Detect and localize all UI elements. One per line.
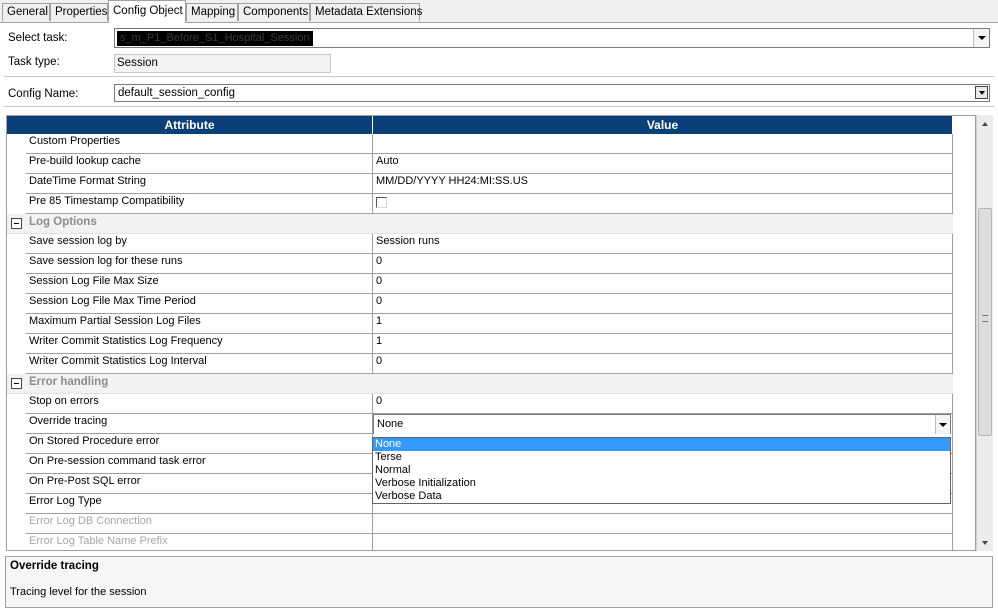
chevron-down-icon [939,422,947,427]
tab-mapping[interactable]: Mapping [186,3,238,21]
override-tracing-select[interactable]: None [373,414,951,434]
value-cell[interactable]: MM/DD/YYYY HH24:MI:SS.US [373,174,953,194]
description-panel: Override tracing Tracing level for the s… [5,556,993,608]
config-name-field[interactable]: default_session_config [114,84,990,102]
value-cell[interactable]: 1 [373,334,953,354]
value-cell[interactable]: Auto [373,154,953,174]
attribute-cell: Pre-build lookup cache [26,154,373,174]
section-error-handling[interactable]: Error handling [7,374,953,394]
attribute-cell: Error Log Table Name Prefix [26,534,373,550]
attribute-cell: Pre 85 Timestamp Compatibility [26,194,373,214]
arrow-up-icon [982,121,988,126]
option-verbose-data[interactable]: Verbose Data [373,490,950,503]
header-divider-2 [4,106,994,107]
attribute-cell: DateTime Format String [26,174,373,194]
section-log-options[interactable]: Log Options [7,214,953,234]
task-type-label: Task type: [8,56,60,68]
value-cell[interactable]: Session runs [373,234,953,254]
value-cell[interactable]: 0 [373,394,953,414]
table-row[interactable]: Save session log for these runs 0 [7,254,953,274]
select-task-dropdown-button[interactable] [973,29,989,47]
table-row[interactable]: Writer Commit Statistics Log Interval 0 [7,354,953,374]
tab-strip: General Properties Config Object Mapping… [0,0,998,23]
override-tracing-options: None Terse Normal Verbose Initialization… [372,437,951,504]
attribute-cell: On Stored Procedure error [26,434,373,454]
table-row: Error Log DB Connection [7,514,953,534]
config-name-value: default_session_config [118,87,235,99]
grid-vertical-scrollbar[interactable] [976,115,993,551]
value-cell[interactable]: 1 [373,314,953,334]
scroll-up-button[interactable] [977,115,993,132]
timestamp-compat-checkbox[interactable] [376,197,387,208]
attribute-cell: Stop on errors [26,394,373,414]
collapse-icon[interactable] [11,218,22,229]
value-cell: None [373,414,953,434]
attribute-cell: Writer Commit Statistics Log Interval [26,354,373,374]
table-row[interactable]: Writer Commit Statistics Log Frequency 1 [7,334,953,354]
table-row[interactable]: Override tracing None [7,414,953,434]
override-tracing-value: None [377,418,404,430]
value-cell[interactable]: 0 [373,274,953,294]
select-task-dropdown[interactable]: s_m_P1_Before_S1_Hospital_Session [114,28,990,48]
scroll-down-button[interactable] [977,534,993,551]
description-text: Tracing level for the session [10,586,147,598]
option-none[interactable]: None [373,438,950,451]
tab-components[interactable]: Components [238,3,310,21]
tab-config-object[interactable]: Config Object [108,0,186,23]
config-browse-button[interactable] [975,86,988,99]
table-row[interactable]: Maximum Partial Session Log Files 1 [7,314,953,334]
column-header-attribute[interactable]: Attribute [7,116,373,134]
attribute-cell: On Pre-Post SQL error [26,474,373,494]
tab-metadata-extensions[interactable]: Metadata Extensions [310,3,422,21]
value-cell[interactable] [373,134,953,154]
attribute-cell: Override tracing [26,414,373,434]
tab-general[interactable]: General [2,3,50,21]
table-row[interactable]: Pre-build lookup cache Auto [7,154,953,174]
description-title: Override tracing [10,560,99,572]
tab-properties[interactable]: Properties [50,3,108,21]
value-cell[interactable]: 0 [373,294,953,314]
select-task-value: s_m_P1_Before_S1_Hospital_Session [117,31,313,46]
table-row[interactable]: Session Log File Max Size 0 [7,274,953,294]
override-tracing-dropdown-button[interactable] [935,415,950,434]
table-row[interactable]: Stop on errors 0 [7,394,953,414]
grip-icon [982,315,988,322]
column-header-value[interactable]: Value [373,116,953,134]
section-title: Error handling [29,376,109,388]
attribute-cell: Save session log by [26,234,373,254]
value-cell [373,514,953,534]
attribute-cell: Maximum Partial Session Log Files [26,314,373,334]
chevron-down-icon [977,36,986,40]
attribute-cell: Session Log File Max Size [26,274,373,294]
attribute-cell: Save session log for these runs [26,254,373,274]
attribute-cell: Error Log Type [26,494,373,514]
table-row[interactable]: Session Log File Max Time Period 0 [7,294,953,314]
section-title: Log Options [29,216,97,228]
option-verbose-initialization[interactable]: Verbose Initialization [373,477,950,490]
select-task-label: Select task: [8,32,68,44]
attribute-cell: Error Log DB Connection [26,514,373,534]
config-name-label: Config Name: [8,88,79,100]
attribute-cell: Writer Commit Statistics Log Frequency [26,334,373,354]
arrow-down-icon [978,90,985,95]
attribute-cell: Session Log File Max Time Period [26,294,373,314]
table-row[interactable]: Save session log by Session runs [7,234,953,254]
scroll-thumb[interactable] [978,208,992,436]
task-type-field: Session [114,54,331,73]
value-cell[interactable]: 0 [373,254,953,274]
option-terse[interactable]: Terse [373,451,950,464]
value-cell [373,194,953,214]
value-cell [373,534,953,550]
table-row: Error Log Table Name Prefix [7,534,953,550]
collapse-icon[interactable] [11,378,22,389]
table-row[interactable]: Custom Properties [7,134,953,154]
option-normal[interactable]: Normal [373,464,950,477]
value-cell[interactable]: 0 [373,354,953,374]
arrow-down-icon [982,540,988,545]
attribute-cell: On Pre-session command task error [26,454,373,474]
table-row[interactable]: Pre 85 Timestamp Compatibility [7,194,953,214]
header-divider [4,76,994,77]
table-row[interactable]: DateTime Format String MM/DD/YYYY HH24:M… [7,174,953,194]
attribute-cell: Custom Properties [26,134,373,154]
